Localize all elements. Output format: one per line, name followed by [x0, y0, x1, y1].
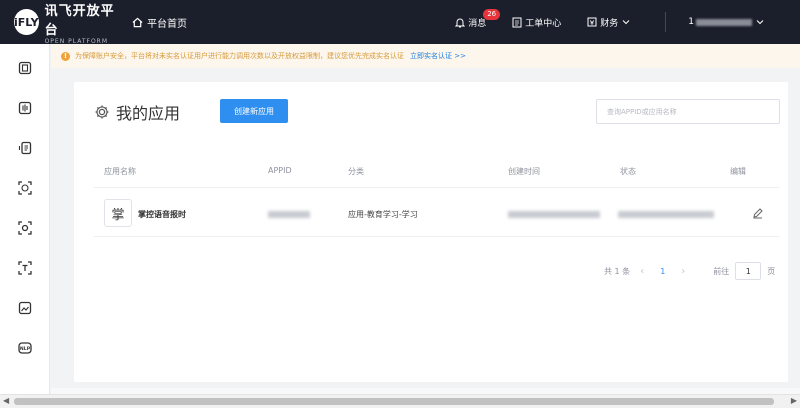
verify-now-link[interactable]: 立即实名认证 >> [410, 51, 466, 61]
chevron-down-icon [622, 20, 630, 25]
app-name[interactable]: 掌控语音报时 [138, 209, 186, 220]
my-apps-panel: 我的应用 创建新应用 应用名称 APPID 分类 创建时间 状态 编辑 掌 掌控… [74, 82, 788, 382]
image-icon[interactable] [17, 300, 33, 316]
scrollbar-thumb[interactable] [14, 398, 774, 405]
goto-page-input[interactable] [735, 262, 762, 280]
col-edit: 编辑 [730, 167, 746, 176]
app-avatar: 掌 [104, 199, 132, 227]
search-input[interactable] [596, 99, 780, 124]
col-appid: APPID [268, 166, 292, 175]
console-icon[interactable] [17, 60, 33, 76]
logo-title: 讯飞开放平台 [44, 3, 115, 38]
sidebar: NLP [0, 44, 50, 408]
chevron-down-icon [756, 20, 764, 25]
verification-notice: ! 为保障账户安全，平台将对未实名认证用户进行能力调用次数以及开放权益限制，建议… [51, 44, 800, 68]
pagination: 共 1 条 ‹ 1 › 前往 页 [604, 262, 775, 280]
table-row[interactable]: 掌 掌控语音报时 应用-教育学习-学习 [94, 189, 780, 237]
user-menu[interactable]: 1 [665, 12, 764, 32]
transcribe-icon[interactable] [17, 140, 33, 156]
messages-badge: 26 [483, 8, 501, 20]
svg-text:NLP: NLP [20, 346, 31, 352]
appid-masked [268, 211, 310, 218]
edit-icon[interactable] [752, 207, 764, 219]
scroll-left-icon[interactable]: ◀ [3, 396, 9, 405]
page-suffix: 页 [767, 266, 776, 276]
col-category: 分类 [348, 167, 364, 176]
ticket-center-label: 工单中心 [525, 18, 562, 29]
user-id-prefix: 1 [688, 17, 694, 27]
ocr-icon[interactable] [17, 260, 33, 276]
finance-label: 财务 [600, 18, 619, 29]
nlp-icon[interactable]: NLP [17, 340, 33, 356]
col-created: 创建时间 [508, 167, 540, 176]
ticket-icon [512, 17, 522, 27]
created-time-masked [508, 211, 600, 218]
scan-icon[interactable] [17, 220, 33, 236]
voice-icon[interactable] [17, 100, 33, 116]
scroll-right-icon[interactable]: ▶ [791, 396, 797, 405]
warning-icon: ! [61, 51, 70, 61]
nav-home-link[interactable]: 平台首页 [132, 15, 187, 30]
home-icon [132, 17, 143, 27]
total-count: 共 1 条 [604, 266, 631, 276]
platform-logo[interactable]: iFLY 讯飞开放平台 OPEN PLATFORM [14, 0, 124, 45]
create-app-button[interactable]: 创建新应用 [220, 99, 288, 123]
finance-menu[interactable]: 财务 [587, 16, 633, 29]
col-app-name: 应用名称 [104, 167, 136, 176]
next-page-button[interactable]: › [681, 266, 685, 277]
top-nav-bar: iFLY 讯飞开放平台 OPEN PLATFORM 平台首页 消息 26 工单中… [0, 0, 800, 45]
app-category: 应用-教育学习-学习 [348, 210, 418, 219]
ticket-center-link[interactable]: 工单中心 [512, 16, 561, 29]
page-number-current[interactable]: 1 [660, 267, 665, 276]
logo-icon: iFLY [14, 9, 39, 35]
bell-icon [455, 18, 466, 27]
gear-icon [95, 105, 109, 119]
status-masked [618, 211, 714, 218]
horizontal-scrollbar[interactable]: ◀ ▶ [0, 394, 800, 408]
user-id-masked [696, 18, 752, 26]
page-title: 我的应用 [116, 104, 181, 123]
notice-text: 为保障账户安全，平台将对未实名认证用户进行能力调用次数以及开放权益限制，建议您优… [75, 52, 404, 60]
prev-page-button[interactable]: ‹ [640, 266, 644, 277]
nav-home-label: 平台首页 [147, 18, 187, 30]
messages-link[interactable]: 消息 26 [455, 8, 501, 29]
table-header: 应用名称 APPID 分类 创建时间 状态 编辑 [94, 160, 780, 188]
face-recognition-icon[interactable] [17, 180, 33, 196]
col-status: 状态 [620, 167, 636, 176]
finance-icon [587, 17, 597, 27]
goto-label: 前往 [713, 266, 730, 276]
